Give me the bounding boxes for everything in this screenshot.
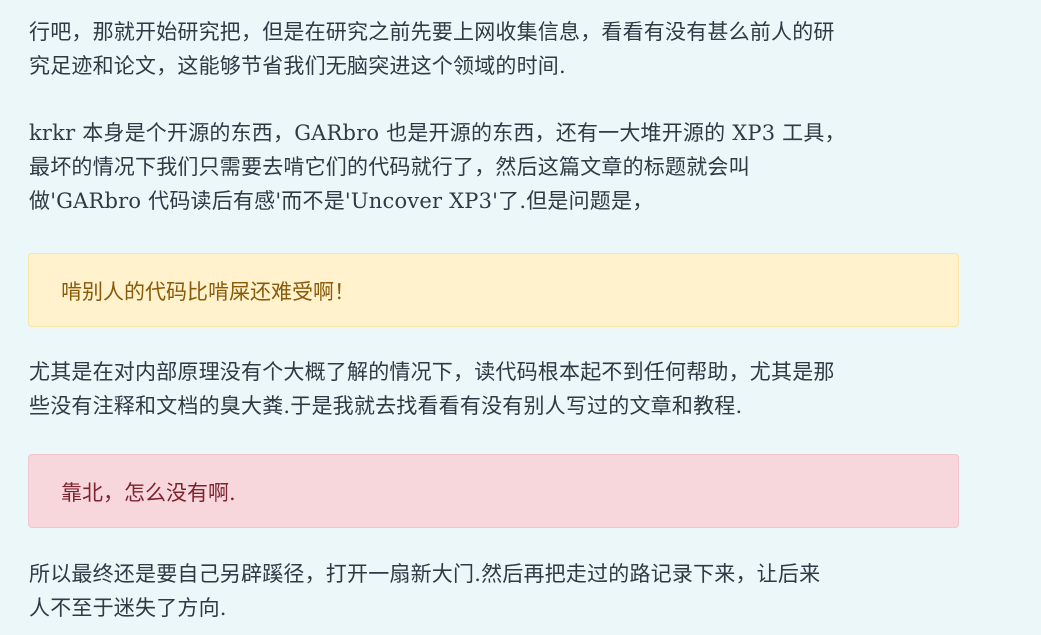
paragraph-line: 所以最终还是要自己另辟蹊径，打开一扇新大门.然后再把走过的路记录下来，让后来 <box>29 562 821 586</box>
paragraph-line: 最坏的情况下我们只需要去啃它们的代码就行了，然后这篇文章的标题就会叫 <box>29 155 750 179</box>
danger-callout: 靠北，怎么没有啊. <box>28 454 959 528</box>
warning-callout: 啃别人的代码比啃屎还难受啊！ <box>28 253 959 327</box>
paragraph-open-source-tools: krkr 本身是个开源的东西，GARbro 也是开源的东西，还有一大堆开源的 X… <box>29 116 964 218</box>
paragraph-line: 行吧，那就开始研究把，但是在研究之前先要上网收集信息，看看有没有甚么前人的研 <box>29 20 835 44</box>
paragraph-line: 做'GARbro 代码读后有感'而不是'Uncover XP3'了.但是问题是， <box>29 189 654 213</box>
paragraph-new-path: 所以最终还是要自己另辟蹊径，打开一扇新大门.然后再把走过的路记录下来，让后来 人… <box>29 557 964 625</box>
warning-callout-text: 啃别人的代码比啃屎还难受啊！ <box>61 280 355 304</box>
danger-callout-text: 靠北，怎么没有啊. <box>61 481 236 505</box>
paragraph-line: 尤其是在对内部原理没有个大概了解的情况下，读代码根本起不到任何帮助，尤其是那 <box>29 360 835 384</box>
article-content: 行吧，那就开始研究把，但是在研究之前先要上网收集信息，看看有没有甚么前人的研 究… <box>0 0 1041 635</box>
paragraph-line: 人不至于迷失了方向. <box>29 596 227 620</box>
paragraph-research-intro: 行吧，那就开始研究把，但是在研究之前先要上网收集信息，看看有没有甚么前人的研 究… <box>29 15 964 83</box>
paragraph-code-reading-problem: 尤其是在对内部原理没有个大概了解的情况下，读代码根本起不到任何帮助，尤其是那 些… <box>29 355 964 423</box>
paragraph-line: 些没有注释和文档的臭大粪.于是我就去找看看有没有别人写过的文章和教程. <box>29 394 743 418</box>
paragraph-line: 究足迹和论文，这能够节省我们无脑突进这个领域的时间. <box>29 54 566 78</box>
paragraph-line: krkr 本身是个开源的东西，GARbro 也是开源的东西，还有一大堆开源的 X… <box>29 121 846 145</box>
